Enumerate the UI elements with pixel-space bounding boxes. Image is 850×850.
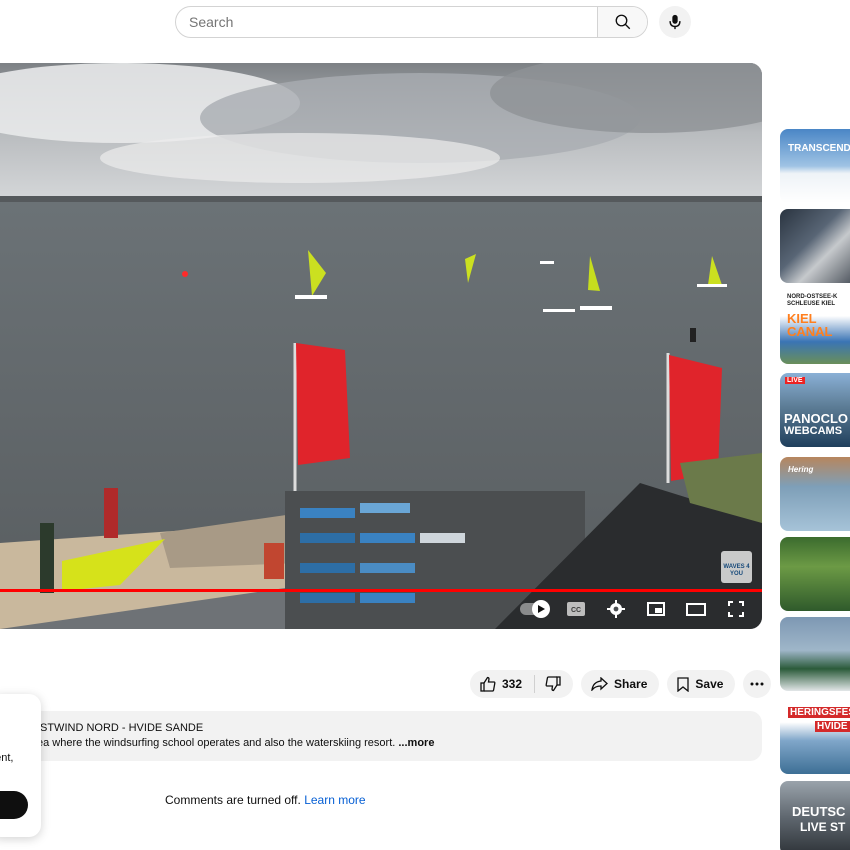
thumbnail-subtitle: NORD-OSTSEE-K SCHLEUSE KIEL	[787, 294, 838, 307]
recommended-video-thumbnail[interactable]	[780, 209, 850, 283]
miniplayer-button[interactable]	[644, 597, 668, 621]
thumbnail-subtitle: WEBCAMS	[784, 425, 843, 437]
voice-search-button[interactable]	[659, 6, 691, 38]
description-more-link[interactable]: ...more	[398, 737, 434, 749]
progress-fill	[0, 589, 762, 592]
video-actions: 332 Share Save	[470, 670, 772, 700]
thumbnail-subtitle: LIVE ST	[800, 820, 846, 834]
description-text: ea where the windsurfing school operates…	[37, 736, 762, 751]
like-button[interactable]: 332	[470, 675, 536, 693]
player-controls: CC	[520, 597, 748, 621]
more-horizontal-icon	[750, 682, 764, 686]
autoplay-knob	[532, 600, 550, 618]
share-icon	[591, 677, 608, 691]
captions-button[interactable]: CC	[564, 597, 588, 621]
progress-bar[interactable]	[0, 589, 762, 592]
comments-off-text: Comments are turned off.	[165, 793, 305, 807]
learn-more-link[interactable]: Learn more	[304, 793, 365, 807]
recommended-video-thumbnail[interactable]: LIVE PANOCLO WEBCAMS	[780, 373, 850, 447]
thumbnail-title: HERINGSFEST	[788, 707, 850, 718]
miniplayer-icon	[647, 602, 665, 616]
youtube-watch-page: WAVES 4 YOU CC	[0, 0, 850, 850]
search-button[interactable]	[597, 7, 647, 37]
recommended-video-thumbnail[interactable]: HERINGSFEST HVIDE S	[780, 700, 850, 774]
description-title: STWIND NORD - HVIDE SANDE	[40, 722, 204, 734]
theater-mode-button[interactable]	[684, 597, 708, 621]
more-actions-button[interactable]	[743, 670, 772, 698]
recommended-video-thumbnail[interactable]: NORD-OSTSEE-K SCHLEUSE KIEL KIEL CANAL	[780, 290, 850, 364]
description-body: ea where the windsurfing school operates…	[37, 737, 399, 749]
video-frame	[0, 63, 762, 629]
popup-text: nent,	[0, 752, 14, 764]
popup-action-button[interactable]	[0, 791, 28, 819]
autoplay-track	[520, 600, 550, 618]
thumbs-up-icon	[480, 676, 496, 692]
search-icon	[615, 14, 630, 30]
svg-text:CC: CC	[571, 607, 581, 614]
description-box[interactable]: STWIND NORD - HVIDE SANDE ea where the w…	[0, 711, 762, 761]
autoplay-toggle[interactable]	[520, 597, 550, 621]
dislike-button[interactable]	[535, 676, 573, 692]
recommended-video-thumbnail[interactable]: Hering	[780, 457, 850, 531]
save-label: Save	[695, 677, 724, 691]
search-box	[175, 6, 648, 38]
live-badge: LIVE	[785, 377, 805, 384]
recommended-video-thumbnail[interactable]: DEUTSC LIVE ST	[780, 781, 850, 850]
thumbnail-title: KIEL CANAL	[787, 311, 833, 339]
recommended-video-thumbnail[interactable]	[780, 617, 850, 691]
gear-icon	[607, 600, 625, 618]
settings-button[interactable]	[604, 597, 628, 621]
comments-disabled-notice: Comments are turned off. Learn more	[165, 793, 366, 807]
like-count: 332	[502, 677, 523, 691]
thumbnail-title: PANOCLO	[784, 411, 849, 426]
like-dislike-group: 332	[470, 670, 574, 698]
thumbnail-title: Hering	[788, 465, 814, 474]
play-icon	[538, 605, 545, 613]
video-player[interactable]: WAVES 4 YOU CC	[0, 63, 762, 629]
bookmark-icon	[677, 676, 690, 692]
share-button[interactable]: Share	[581, 670, 660, 698]
thumbs-down-icon	[545, 676, 561, 692]
thumbnail-title: DEUTSC	[792, 804, 846, 819]
fullscreen-icon	[728, 601, 744, 617]
thumbnail-subtitle: HVIDE S	[815, 721, 850, 732]
fullscreen-button[interactable]	[724, 597, 748, 621]
theater-icon	[686, 602, 706, 616]
captions-icon: CC	[567, 602, 585, 616]
channel-watermark[interactable]: WAVES 4 YOU	[721, 551, 752, 583]
share-label: Share	[614, 677, 648, 691]
popup-dialog: nent,	[0, 694, 41, 837]
thumbnail-title: TRANSCENDE	[788, 143, 850, 154]
search-input[interactable]	[176, 7, 597, 37]
microphone-icon	[669, 14, 681, 30]
save-button[interactable]: Save	[667, 670, 736, 698]
recommended-video-thumbnail[interactable]: TRANSCENDE	[780, 129, 850, 203]
recommended-video-thumbnail[interactable]	[780, 537, 850, 611]
